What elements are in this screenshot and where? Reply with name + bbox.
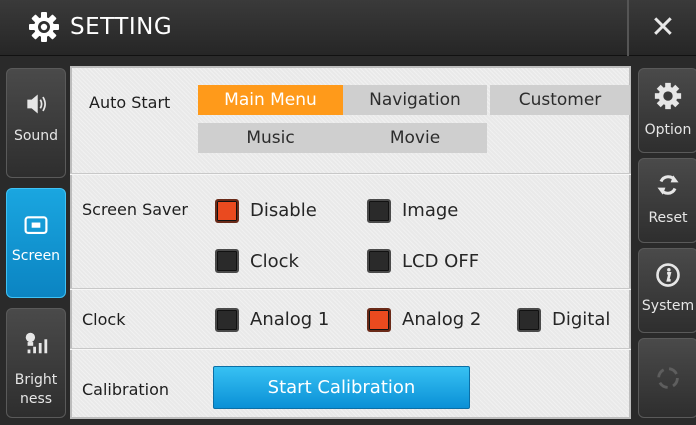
- sidebar-item-sound[interactable]: Sound: [6, 68, 66, 178]
- clock-label: Clock: [250, 251, 299, 272]
- clock-checkbox[interactable]: [215, 249, 239, 273]
- auto-start-option-customer[interactable]: Customer: [490, 85, 630, 115]
- sidebar-item-option[interactable]: Option: [638, 68, 696, 153]
- calibration-label: Calibration: [82, 380, 170, 399]
- sidebar-item-label: Reset: [648, 210, 688, 226]
- sidebar-item-label: System: [641, 298, 695, 314]
- gear-icon: [654, 82, 682, 110]
- image-label: Image: [402, 200, 459, 221]
- close-icon: ✕: [650, 10, 676, 45]
- close-button[interactable]: ✕: [630, 0, 696, 56]
- loading-icon: [657, 367, 679, 389]
- analog-1-label: Analog 1: [250, 309, 330, 330]
- title-divider: [627, 0, 629, 56]
- auto-start-option-movie[interactable]: Movie: [343, 123, 487, 153]
- clock-section-label: Clock: [82, 310, 126, 329]
- sidebar-item-system[interactable]: System: [638, 248, 696, 333]
- title-bar: SETTING ✕: [0, 0, 696, 56]
- auto-start-option-main-menu[interactable]: Main Menu: [198, 85, 343, 115]
- page-title: SETTING: [70, 14, 173, 40]
- sidebar-item-label: Bright: [14, 372, 58, 388]
- divider: [70, 173, 631, 175]
- disable-label: Disable: [250, 200, 317, 221]
- lcd-off-label: LCD OFF: [402, 251, 480, 272]
- sidebar-item-label: ness: [19, 391, 53, 407]
- sidebar-item-reset[interactable]: Reset: [638, 158, 696, 243]
- reset-icon: [657, 175, 679, 195]
- sidebar-item-empty: [638, 338, 696, 418]
- lcd-off-checkbox[interactable]: [367, 249, 391, 273]
- sidebar-item-label: Sound: [13, 128, 59, 144]
- auto-start-label: Auto Start: [89, 93, 171, 112]
- analog-2-checkbox[interactable]: [367, 308, 391, 332]
- divider: [70, 288, 631, 290]
- analog-1-checkbox[interactable]: [215, 308, 239, 332]
- auto-start-option-navigation[interactable]: Navigation: [343, 85, 487, 115]
- info-icon: [656, 263, 680, 287]
- start-calibration-button[interactable]: Start Calibration: [213, 366, 470, 409]
- speaker-icon: [27, 94, 46, 114]
- sidebar-item-label: Option: [644, 122, 692, 138]
- auto-start-option-music[interactable]: Music: [198, 123, 343, 153]
- image-checkbox[interactable]: [367, 199, 391, 223]
- digital-label: Digital: [552, 309, 611, 330]
- sidebar-item-screen[interactable]: Screen: [6, 188, 66, 298]
- brightness-icon: [25, 332, 48, 354]
- digital-checkbox[interactable]: [517, 308, 541, 332]
- screen-saver-label: Screen Saver: [82, 200, 188, 219]
- disable-checkbox[interactable]: [215, 199, 239, 223]
- screen-icon: [24, 216, 48, 235]
- sidebar-item-label: Screen: [11, 248, 61, 264]
- sidebar-item-brightness[interactable]: Bright ness: [6, 308, 66, 418]
- analog-2-label: Analog 2: [402, 309, 482, 330]
- divider: [70, 348, 631, 350]
- gear-icon: [29, 12, 59, 42]
